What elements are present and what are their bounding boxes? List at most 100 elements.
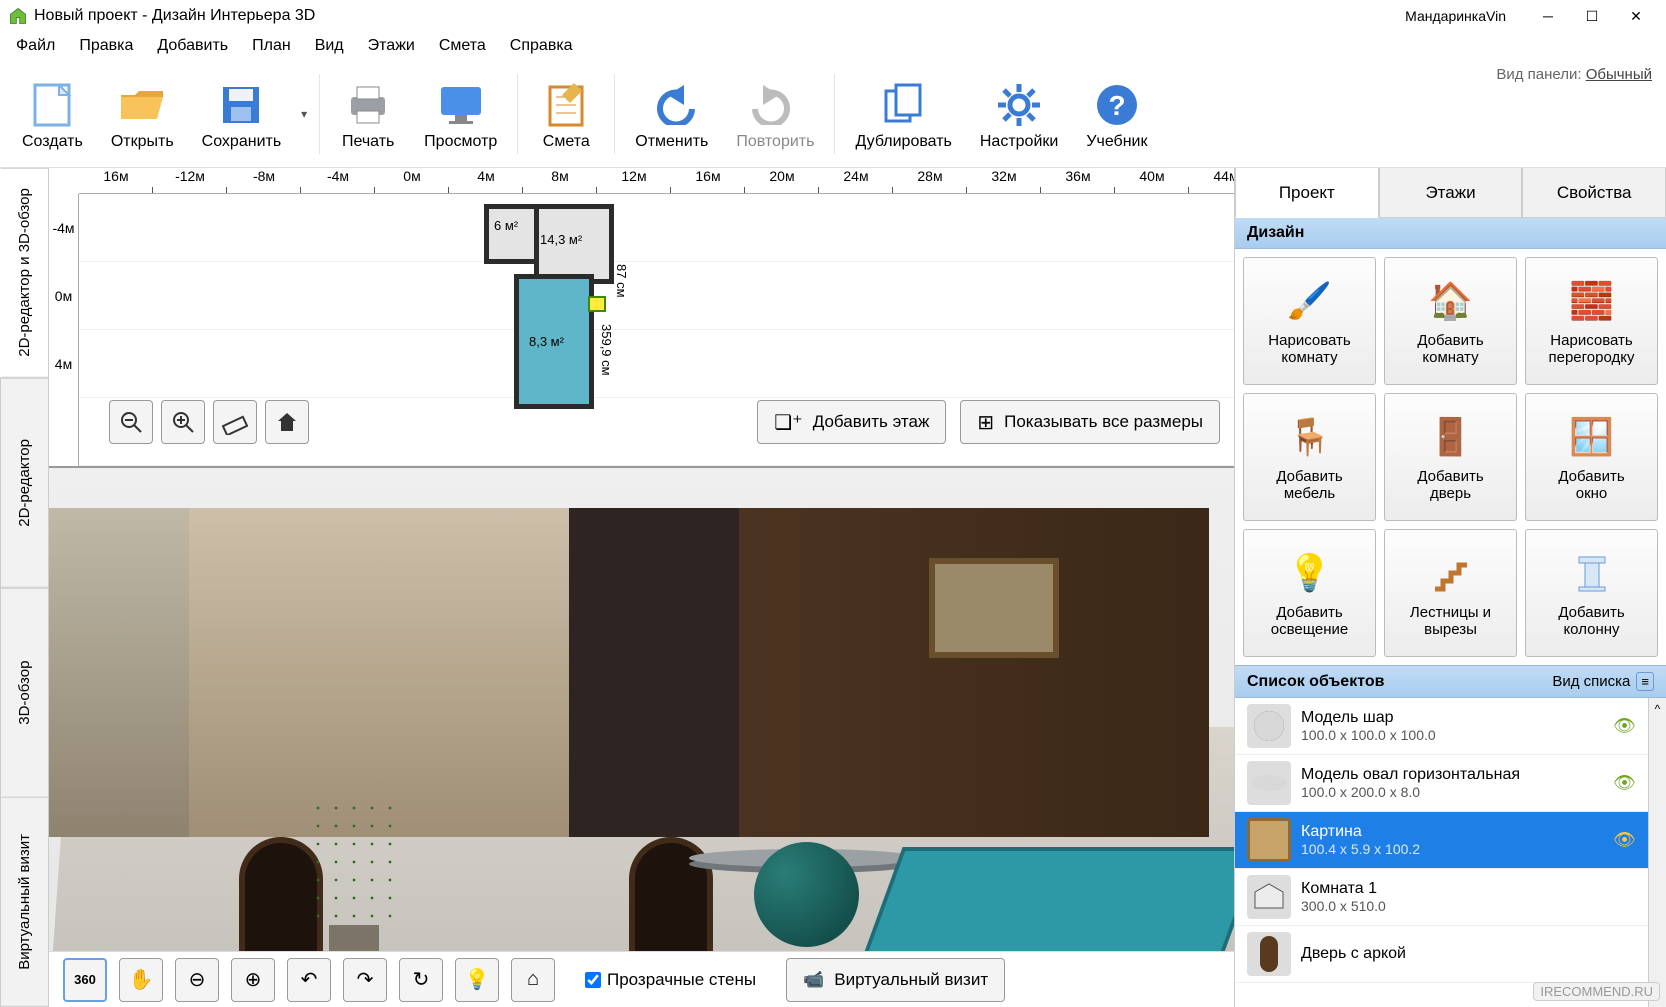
h-tick: 4м: [449, 168, 523, 193]
pan-button[interactable]: ✋: [119, 958, 163, 1002]
add-room-button[interactable]: 🏠Добавитькомнату: [1384, 257, 1517, 385]
tab-virtual[interactable]: Виртуальный визит: [0, 797, 48, 1007]
stairs-cutouts-button[interactable]: Лестницы ивырезы: [1384, 529, 1517, 657]
h-tick: -4м: [301, 168, 375, 193]
menu-edit[interactable]: Правка: [67, 35, 145, 57]
dim-label: 87 см: [614, 264, 629, 298]
rotate-left-button[interactable]: ↶: [287, 958, 331, 1002]
measure-button[interactable]: [213, 400, 257, 444]
maximize-button[interactable]: ☐: [1570, 2, 1614, 30]
list-view-toggle[interactable]: ≡: [1636, 672, 1654, 691]
tab-2d[interactable]: 2D-редактор: [0, 378, 48, 588]
undo-label: Отменить: [635, 133, 708, 151]
zoom-out-3d-button[interactable]: ⊖: [175, 958, 219, 1002]
sphere-thumb-icon: [1247, 704, 1291, 748]
visibility-icon[interactable]: 👁: [1613, 773, 1636, 794]
preview-button[interactable]: Просмотр: [410, 73, 511, 155]
draw-partition-button[interactable]: 🧱Нарисоватьперегородку: [1525, 257, 1658, 385]
rotate-right-button[interactable]: ↷: [343, 958, 387, 1002]
print-button[interactable]: Печать: [326, 73, 410, 155]
list-item[interactable]: Модель шар100.0 x 100.0 x 100.0 👁: [1235, 698, 1648, 755]
room-plus-icon: 🏠: [1426, 276, 1476, 326]
minimize-button[interactable]: ─: [1526, 2, 1570, 30]
close-button[interactable]: ✕: [1614, 2, 1658, 30]
menu-estimate[interactable]: Смета: [427, 35, 498, 57]
floorplan[interactable]: 6 м² 14,3 м² 8,3 м² 359,9 см 87 см: [484, 204, 644, 414]
h-tick: 32м: [967, 168, 1041, 193]
menu-file[interactable]: Файл: [4, 35, 67, 57]
add-door-button[interactable]: 🚪Добавитьдверь: [1384, 393, 1517, 521]
reset-view-button[interactable]: ↻: [399, 958, 443, 1002]
open-label: Открыть: [111, 133, 174, 151]
canvas-2d[interactable]: 16м -12м -8м -4м 0м 4м 8м 12м 16м 20м 24…: [49, 168, 1234, 468]
redo-button[interactable]: Повторить: [722, 73, 828, 155]
settings-button[interactable]: Настройки: [966, 73, 1072, 155]
transparent-walls-checkbox[interactable]: [585, 972, 601, 988]
menu-floors[interactable]: Этажи: [356, 35, 427, 57]
objlist-title: Список объектов: [1247, 673, 1384, 691]
l1: Нарисовать: [1268, 332, 1350, 349]
canvas-3d[interactable]: 360 ✋ ⊖ ⊕ ↶ ↷ ↻ 💡 ⌂ Прозрачные стены 📹 В…: [49, 468, 1234, 1007]
tutorial-button[interactable]: ? Учебник: [1072, 73, 1161, 155]
lighting-button[interactable]: 💡: [455, 958, 499, 1002]
add-floor-icon: ❏⁺: [774, 410, 803, 435]
zoom-out-button[interactable]: [109, 400, 153, 444]
duplicate-button[interactable]: Дублировать: [841, 73, 965, 155]
undo-button[interactable]: Отменить: [621, 73, 722, 155]
zoom-in-button[interactable]: [161, 400, 205, 444]
l2: перегородку: [1549, 349, 1635, 366]
home-3d-button[interactable]: ⌂: [511, 958, 555, 1002]
menu-plan[interactable]: План: [240, 35, 303, 57]
chair-icon: 🪑: [1285, 412, 1335, 462]
h-tick: 28м: [893, 168, 967, 193]
tab-3d[interactable]: 3D-обзор: [0, 588, 48, 798]
save-button[interactable]: Сохранить: [188, 73, 296, 155]
menu-view[interactable]: Вид: [303, 35, 356, 57]
panelmode-link[interactable]: Обычный: [1586, 66, 1652, 83]
list-item-selected[interactable]: Картина100.4 x 5.9 x 100.2 👁: [1235, 812, 1648, 869]
h-tick: 20м: [745, 168, 819, 193]
object-list[interactable]: Модель шар100.0 x 100.0 x 100.0 👁 Модель…: [1235, 698, 1648, 1007]
v-tick: 0м: [49, 262, 78, 330]
virtual-visit-button[interactable]: 📹 Виртуальный визит: [786, 958, 1005, 1002]
show-all-dims-button[interactable]: ⊞ Показывать все размеры: [960, 400, 1220, 444]
open-button[interactable]: Открыть: [97, 73, 188, 155]
watermark: IRECOMMEND.RU: [1533, 982, 1660, 1001]
zoom-in-3d-button[interactable]: ⊕: [231, 958, 275, 1002]
h-tick: -8м: [227, 168, 301, 193]
list-item[interactable]: Дверь с аркой: [1235, 926, 1648, 983]
menu-add[interactable]: Добавить: [145, 35, 240, 57]
obj-name: Картина: [1301, 823, 1420, 841]
visibility-icon[interactable]: 👁: [1613, 830, 1636, 851]
picture-frame: [929, 558, 1059, 658]
tab-2d-3d[interactable]: 2D-редактор и 3D-обзор: [0, 168, 48, 378]
tab-properties[interactable]: Свойства: [1522, 168, 1666, 218]
l2: окно: [1576, 485, 1608, 502]
draw-room-button[interactable]: 🖌️Нарисоватькомнату: [1243, 257, 1376, 385]
show-dims-label: Показывать все размеры: [1004, 412, 1203, 432]
dimensions-icon: ⊞: [977, 410, 994, 435]
tab-floors[interactable]: Этажи: [1379, 168, 1523, 218]
create-button[interactable]: Создать: [8, 73, 97, 155]
save-dropdown[interactable]: ▾: [295, 107, 313, 121]
estimate-button[interactable]: Смета: [524, 73, 608, 155]
view-360-button[interactable]: 360: [63, 958, 107, 1002]
add-floor-button[interactable]: ❏⁺ Добавить этаж: [757, 400, 946, 444]
add-lighting-button[interactable]: 💡Добавитьосвещение: [1243, 529, 1376, 657]
transparent-walls-toggle[interactable]: Прозрачные стены: [585, 970, 756, 990]
folder-open-icon: [114, 77, 170, 133]
menu-help[interactable]: Справка: [498, 35, 585, 57]
list-item[interactable]: Модель овал горизонтальная100.0 x 200.0 …: [1235, 755, 1648, 812]
add-window-button[interactable]: 🪟Добавитьокно: [1525, 393, 1658, 521]
selection-handle[interactable]: [588, 296, 606, 312]
scrollbar[interactable]: ^: [1648, 698, 1666, 1007]
pencil-icon: 🖌️: [1285, 276, 1335, 326]
add-column-button[interactable]: Добавитьколонну: [1525, 529, 1658, 657]
tab-project[interactable]: Проект: [1235, 168, 1379, 218]
obj-dim: 100.4 x 5.9 x 100.2: [1301, 841, 1420, 857]
visibility-icon[interactable]: 👁: [1613, 716, 1636, 737]
add-furniture-button[interactable]: 🪑Добавитьмебель: [1243, 393, 1376, 521]
home-button[interactable]: [265, 400, 309, 444]
list-item[interactable]: Комната 1300.0 x 510.0: [1235, 869, 1648, 926]
window-icon: 🪟: [1567, 412, 1617, 462]
